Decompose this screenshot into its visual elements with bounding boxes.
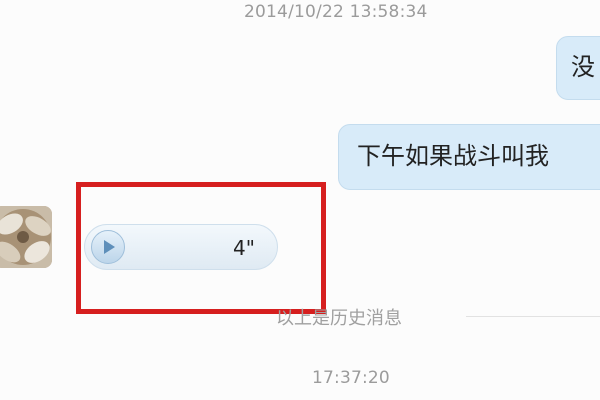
- message-text: 没: [571, 53, 595, 81]
- message-bubble-outgoing-1[interactable]: 没: [556, 36, 600, 100]
- history-divider-label: 以上是历史消息: [276, 308, 402, 329]
- message-text: 下午如果战斗叫我: [357, 142, 549, 170]
- contact-avatar[interactable]: [0, 206, 52, 268]
- avatar-image: [0, 206, 52, 268]
- message-timestamp-top: 2014/10/22 13:58:34: [244, 2, 428, 22]
- play-icon[interactable]: [91, 230, 125, 264]
- voice-message-bubble[interactable]: 4": [84, 224, 278, 270]
- chat-window: 2014/10/22 13:58:34 没 下午如果战斗叫我 4" 以上是历史消…: [0, 0, 600, 400]
- message-bubble-outgoing-2[interactable]: 下午如果战斗叫我: [338, 124, 600, 190]
- history-divider-line: [466, 316, 600, 317]
- message-timestamp-bottom: 17:37:20: [312, 368, 390, 388]
- voice-message-duration: 4": [233, 236, 255, 260]
